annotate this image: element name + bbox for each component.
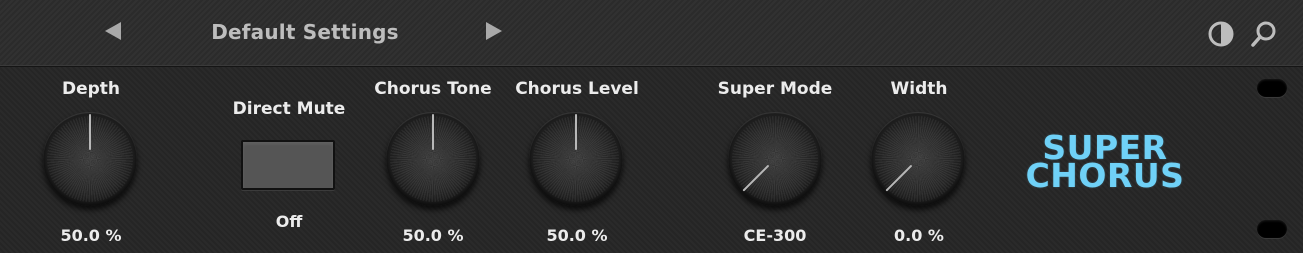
super-mode-knob[interactable]	[728, 112, 822, 206]
depth-value: 50.0 %	[60, 226, 122, 245]
direct-mute-button[interactable]	[241, 140, 335, 190]
super-mode-label: Super Mode	[717, 79, 833, 99]
width-knob-pointer	[885, 164, 913, 192]
chorus-tone-knob-pointer	[432, 114, 434, 150]
chorus-level-value: 50.0 %	[546, 226, 608, 245]
rack-screw-top	[1257, 79, 1287, 97]
contrast-icon[interactable]	[1207, 20, 1235, 48]
super-chorus-logo: SUPER CHORUS	[1012, 131, 1198, 195]
chorus-tone-value: 50.0 %	[402, 226, 464, 245]
width-value: 0.0 %	[894, 226, 944, 245]
chorus-tone-knob[interactable]	[386, 112, 480, 206]
preset-name[interactable]: Default Settings	[160, 20, 450, 44]
preset-header: Default Settings	[0, 0, 1303, 67]
chorus-tone-label: Chorus Tone	[374, 79, 492, 99]
rack-screw-bottom	[1257, 220, 1287, 238]
chorus-level-knob[interactable]	[529, 112, 623, 206]
width-knob[interactable]	[871, 112, 965, 206]
depth-knob[interactable]	[43, 112, 137, 206]
search-icon[interactable]	[1250, 20, 1278, 48]
depth-knob-pointer	[89, 114, 91, 150]
depth-label: Depth	[61, 79, 121, 99]
next-preset-icon[interactable]	[486, 22, 502, 40]
logo-line-2: CHORUS	[1025, 156, 1185, 195]
super-mode-value: CE-300	[743, 226, 807, 245]
chorus-level-label: Chorus Level	[515, 79, 639, 99]
previous-preset-icon[interactable]	[105, 22, 121, 40]
width-label: Width	[890, 79, 948, 99]
super-mode-knob-pointer	[742, 164, 770, 192]
chorus-level-knob-pointer	[575, 114, 577, 150]
direct-mute-value: Off	[275, 212, 303, 231]
direct-mute-label: Direct Mute	[232, 99, 346, 119]
